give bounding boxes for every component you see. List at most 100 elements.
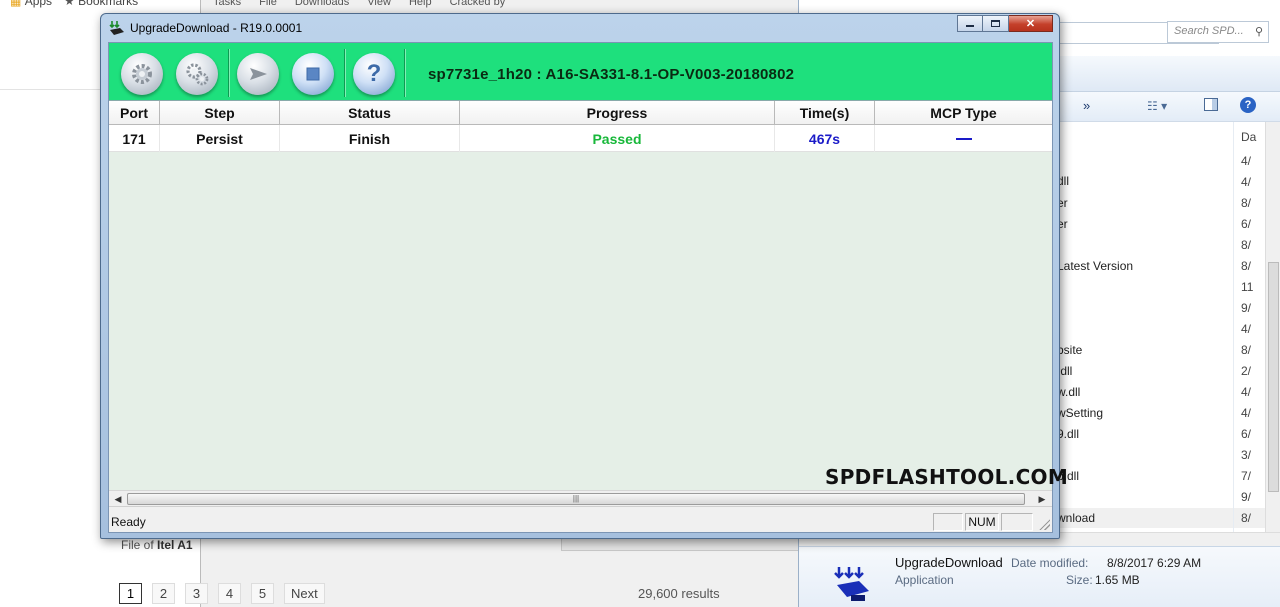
- stop-download-button[interactable]: [292, 53, 334, 95]
- maximize-button[interactable]: [983, 15, 1009, 32]
- page-link-1[interactable]: 1: [119, 583, 142, 604]
- minimize-button[interactable]: [957, 15, 983, 32]
- bookmarks-menu[interactable]: ★ Bookmarks: [64, 0, 138, 8]
- application-icon: [834, 567, 869, 601]
- file-date: 8/: [1241, 238, 1252, 252]
- star-icon: ★: [64, 0, 75, 8]
- next-page-link[interactable]: Next: [284, 583, 325, 604]
- search-result-caption: File of Itel A1: [121, 538, 193, 552]
- page-link-5[interactable]: 5: [251, 583, 274, 604]
- view-options-icon[interactable]: ☷ ▾: [1147, 99, 1167, 113]
- file-date: 3/: [1241, 448, 1252, 462]
- file-date: 8/: [1241, 343, 1252, 357]
- column-header-progress[interactable]: Progress: [460, 101, 775, 125]
- bg-menu-item[interactable]: View: [367, 0, 391, 8]
- file-name[interactable]: 9.dll: [1057, 427, 1079, 441]
- load-packet-button[interactable]: [121, 53, 163, 95]
- toolbar-separator: [344, 49, 346, 97]
- cell-mcp-type: [875, 125, 1052, 152]
- details-size-label: Size:: [1066, 573, 1093, 587]
- bg-menu-item[interactable]: Downloads: [295, 0, 349, 8]
- bg-menu-item[interactable]: Cracked by: [450, 0, 506, 8]
- file-date: 4/: [1241, 385, 1252, 399]
- device-list: Port Step Status Progress Time(s) MCP Ty…: [109, 101, 1068, 506]
- file-date: 4/: [1241, 154, 1252, 168]
- column-divider: [1233, 122, 1234, 532]
- main-toolbar: ? sp7731e_1h20 : A16-SA331-8.1-OP-V003-2…: [109, 43, 1052, 101]
- file-date: 4/: [1241, 322, 1252, 336]
- bg-menu-item[interactable]: Help: [409, 0, 432, 8]
- page-link-2[interactable]: 2: [152, 583, 175, 604]
- upgrade-download-window: UpgradeDownload - R19.0.0001 ✕ ? sp7731e…: [100, 13, 1068, 539]
- table-header: Port Step Status Progress Time(s) MCP Ty…: [109, 101, 1052, 125]
- help-button[interactable]: ?: [353, 53, 395, 95]
- gear-icon: [132, 64, 152, 84]
- table-row[interactable]: 171 Persist Finish Passed 467s: [109, 125, 1052, 152]
- column-header-mcp-type[interactable]: MCP Type: [875, 101, 1052, 125]
- window-controls: ✕: [957, 15, 1053, 32]
- more-commands-icon[interactable]: »: [1083, 98, 1090, 113]
- file-date: 11: [1241, 280, 1254, 294]
- scroll-left-icon[interactable]: ◀: [111, 493, 125, 505]
- details-modified-value: 8/8/2017 6:29 AM: [1107, 556, 1202, 570]
- apps-bookmark[interactable]: ▦ Apps: [10, 0, 52, 8]
- cell-status: Finish: [280, 125, 460, 152]
- window-title: UpgradeDownload - R19.0.0001: [130, 21, 303, 35]
- file-name[interactable]: wnload: [1057, 511, 1095, 525]
- column-header-step[interactable]: Step: [160, 101, 280, 125]
- status-pane: [1001, 513, 1033, 531]
- date-column-header[interactable]: Da: [1241, 130, 1256, 144]
- file-date: 8/: [1241, 511, 1252, 525]
- file-name[interactable]: w.dll: [1057, 385, 1080, 399]
- scroll-thumb[interactable]: [1268, 262, 1279, 492]
- details-file-type: Application: [895, 573, 954, 587]
- file-name[interactable]: Latest Version: [1057, 259, 1133, 273]
- toolbar-separator: [404, 49, 406, 97]
- horizontal-scrollbar[interactable]: ◀ ||| ▶: [109, 490, 1052, 506]
- column-header-status[interactable]: Status: [280, 101, 460, 125]
- results-count: 29,600 results: [638, 586, 720, 601]
- file-date: 2/: [1241, 364, 1252, 378]
- pagination: 1 2 3 4 5 Next: [119, 583, 325, 604]
- start-download-button[interactable]: [237, 53, 279, 95]
- page-link-4[interactable]: 4: [218, 583, 241, 604]
- file-date: 9/: [1241, 301, 1252, 315]
- vertical-scrollbar[interactable]: [1265, 122, 1280, 532]
- column-header-port[interactable]: Port: [109, 101, 160, 125]
- help-icon: ?: [366, 60, 382, 87]
- file-name[interactable]: wSetting: [1057, 406, 1103, 420]
- firmware-label: sp7731e_1h20 : A16-SA331-8.1-OP-V003-201…: [428, 66, 795, 83]
- title-bar[interactable]: UpgradeDownload - R19.0.0001 ✕: [101, 14, 1059, 42]
- column-header-time[interactable]: Time(s): [775, 101, 875, 125]
- file-date: 9/: [1241, 490, 1252, 504]
- stop-icon: [306, 67, 320, 81]
- bg-menu-item[interactable]: File: [259, 0, 277, 8]
- dash-mark: [955, 137, 972, 140]
- file-date: 4/: [1241, 406, 1252, 420]
- status-bar: Ready NUM: [109, 506, 1052, 532]
- file-name[interactable]: bsite: [1057, 343, 1082, 357]
- bookmarks-bar: ▦ Apps ★ Bookmarks: [10, 0, 138, 8]
- cell-port: 171: [109, 125, 160, 152]
- status-pane: [933, 513, 963, 531]
- details-pane: UpgradeDownload Application Date modifie…: [799, 546, 1280, 607]
- play-icon: [250, 68, 267, 80]
- scroll-right-icon[interactable]: ▶: [1035, 493, 1049, 505]
- search-icon: ⚲: [1254, 26, 1263, 38]
- watermark: SPDFLASHTOOL.COM: [825, 465, 1069, 489]
- close-button[interactable]: ✕: [1009, 15, 1053, 32]
- num-lock-indicator: NUM: [965, 513, 999, 531]
- cell-time: 467s: [775, 125, 875, 152]
- bg-menu-item[interactable]: Tasks: [213, 0, 241, 8]
- page-link-3[interactable]: 3: [185, 583, 208, 604]
- gears-icon: [186, 63, 209, 86]
- preview-pane-icon[interactable]: [1204, 98, 1218, 111]
- file-date: 6/: [1241, 217, 1252, 231]
- search-input[interactable]: Search SPD... ⚲: [1167, 21, 1269, 43]
- file-date: 8/: [1241, 196, 1252, 210]
- scroll-thumb[interactable]: |||: [127, 493, 1025, 505]
- help-icon[interactable]: ?: [1240, 97, 1256, 113]
- resize-grip[interactable]: [1038, 518, 1050, 530]
- settings-button[interactable]: [176, 53, 218, 95]
- details-file-name: UpgradeDownload: [895, 555, 1003, 570]
